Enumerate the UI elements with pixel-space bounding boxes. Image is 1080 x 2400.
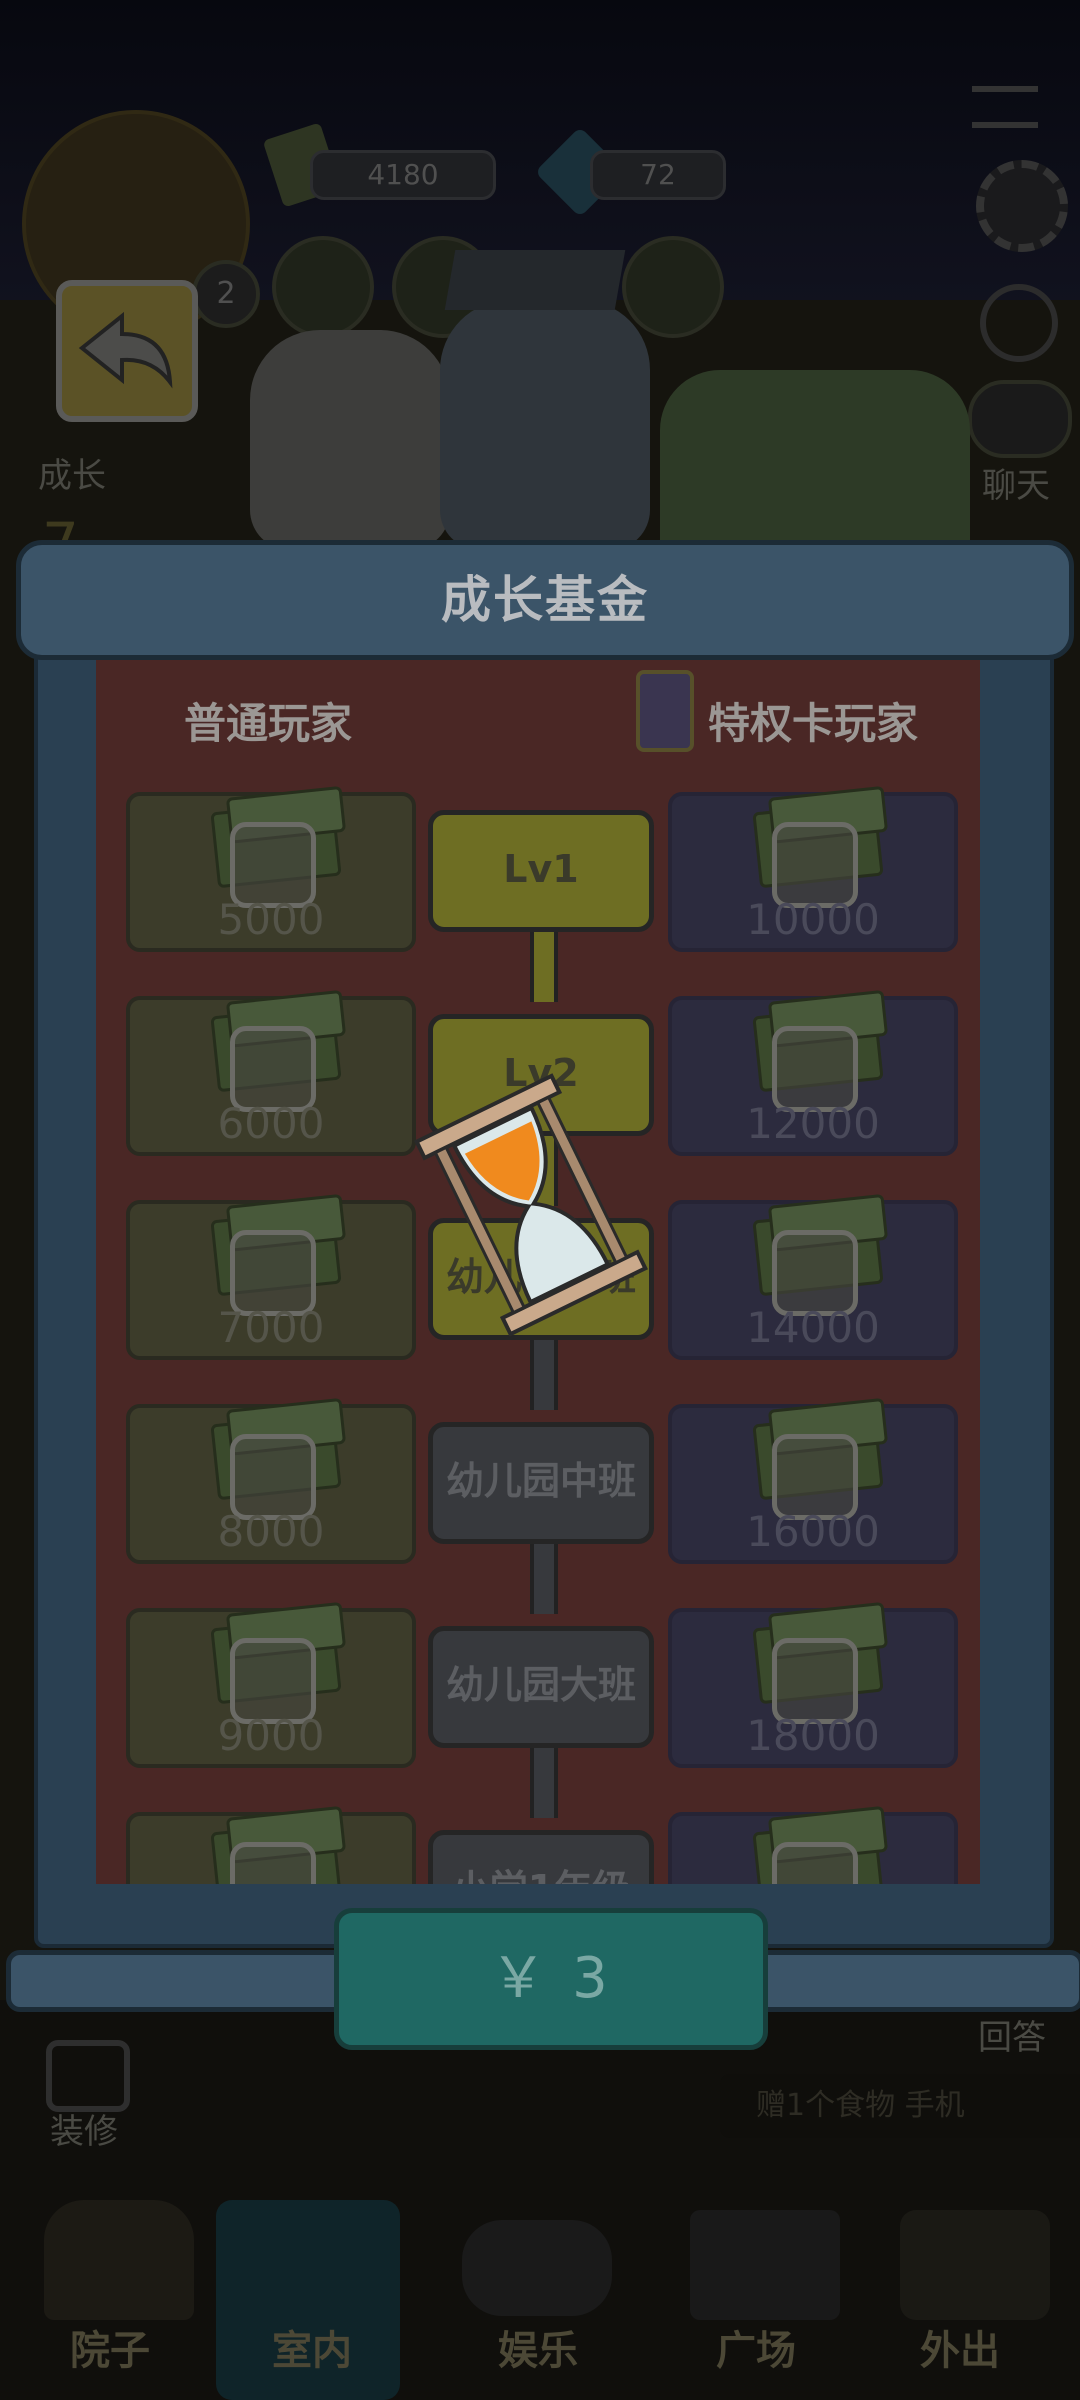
premium-reward-amount: 12000	[746, 1099, 880, 1148]
nav-entertainment[interactable]: 娱乐	[498, 2318, 578, 2376]
graduation-cap-icon	[444, 250, 626, 310]
sofa-icon[interactable]	[46, 2040, 130, 2112]
reply-label: 回答	[978, 2018, 1046, 2058]
menu-icon[interactable]	[972, 86, 1038, 128]
back-button[interactable]	[56, 280, 198, 422]
gem-counter: 72	[590, 150, 726, 200]
chat-label: 聊天	[982, 466, 1050, 506]
premium-reward-amount: 18000	[746, 1711, 880, 1760]
level-milestone: Lv1	[428, 810, 654, 932]
nav-indoor[interactable]: 室内	[272, 2318, 352, 2376]
gear-icon[interactable]	[976, 160, 1068, 252]
gray-cat-graduate	[440, 300, 650, 550]
bottom-nav: 院子 室内 娱乐 广场 外出	[0, 2200, 1080, 2400]
badge-count: 2	[192, 260, 260, 328]
premium-player-label: 特权卡玩家	[708, 699, 919, 748]
nav-plaza[interactable]: 广场	[716, 2318, 796, 2376]
level-milestone: 小学1年级	[428, 1830, 654, 1884]
health-cross-icon[interactable]	[622, 236, 724, 338]
purchase-button[interactable]: ￥ 3	[334, 1908, 768, 2050]
money-pile	[660, 370, 970, 550]
normal-reward[interactable]: 7000	[126, 1200, 416, 1360]
yard-icon[interactable]	[44, 2200, 194, 2320]
level-milestone: 幼儿园大班	[428, 1626, 654, 1748]
premium-reward-amount: 14000	[746, 1303, 880, 1352]
premium-reward[interactable]: 10000	[668, 792, 958, 952]
outing-icon[interactable]	[900, 2210, 1050, 2320]
coin-counter: 4180	[310, 150, 496, 200]
normal-reward-amount: 5000	[217, 895, 325, 944]
nav-yard[interactable]: 院子	[70, 2318, 150, 2376]
premium-reward-amount: 16000	[746, 1507, 880, 1556]
normal-reward-amount: 7000	[217, 1303, 325, 1352]
normal-reward[interactable]: 9000	[126, 1608, 416, 1768]
furnish-label: 装修	[50, 2112, 118, 2152]
share-icon[interactable]	[980, 284, 1058, 362]
lock-icon	[230, 1842, 316, 1884]
normal-reward[interactable]: 5000	[126, 792, 416, 952]
price-label: ￥ 3	[490, 1946, 612, 2011]
normal-reward[interactable]: 8000	[126, 1404, 416, 1564]
lock-icon	[772, 1842, 858, 1884]
normal-reward-amount: 6000	[217, 1099, 325, 1148]
plaza-icon[interactable]	[690, 2210, 840, 2320]
normal-reward-amount: 8000	[217, 1507, 325, 1556]
white-cat	[250, 330, 450, 550]
panel-title-bar: 成长基金	[16, 540, 1074, 660]
level-milestone: 幼儿园中班	[428, 1422, 654, 1544]
gamepad-icon[interactable]	[462, 2220, 612, 2316]
premium-reward[interactable]: 18000	[668, 1608, 958, 1768]
normal-reward[interactable]	[126, 1812, 416, 1884]
premium-reward[interactable]: 14000	[668, 1200, 958, 1360]
ticker-text: 赠1个食物 手机	[720, 2074, 1080, 2138]
premium-reward[interactable]: 12000	[668, 996, 958, 1156]
normal-reward-amount: 9000	[217, 1711, 325, 1760]
normal-player-label: 普通玩家	[184, 699, 353, 748]
nav-outing[interactable]: 外出	[920, 2318, 1000, 2376]
chat-icon[interactable]	[968, 380, 1072, 458]
food-icon[interactable]	[272, 236, 374, 338]
back-arrow-icon	[78, 311, 173, 389]
premium-reward[interactable]: 16000	[668, 1404, 958, 1564]
premium-reward-amount: 10000	[746, 895, 880, 944]
grow-label: 成长	[38, 456, 106, 496]
premium-reward[interactable]	[668, 1812, 958, 1884]
privilege-card-icon	[636, 670, 694, 752]
panel-title: 成长基金	[441, 571, 649, 629]
normal-reward[interactable]: 6000	[126, 996, 416, 1156]
